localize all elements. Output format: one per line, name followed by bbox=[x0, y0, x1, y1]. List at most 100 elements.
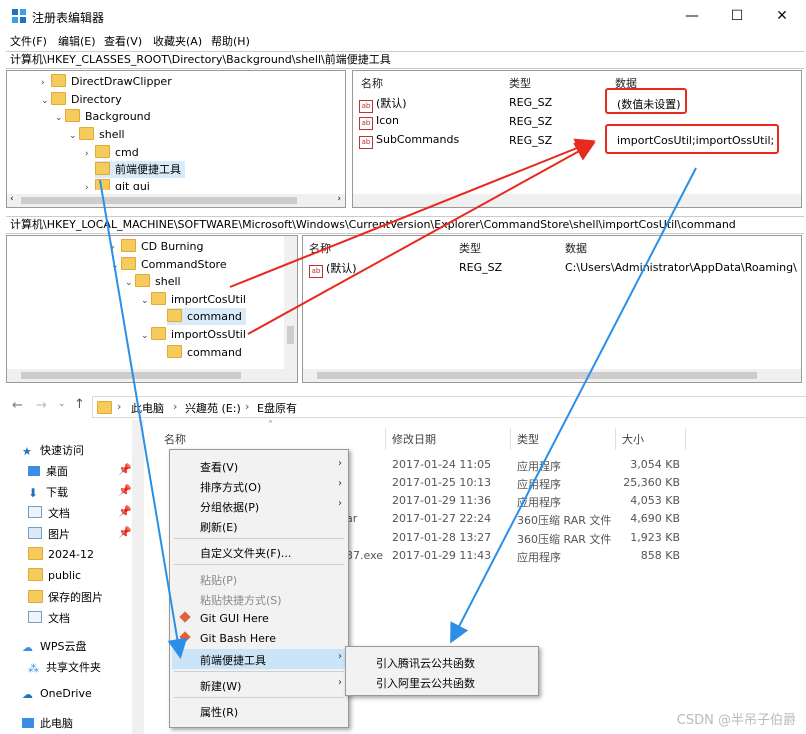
chevron-right-icon[interactable]: › bbox=[85, 180, 95, 190]
scroll-thumb[interactable] bbox=[21, 372, 241, 379]
menu-help[interactable]: 帮助(H) bbox=[211, 33, 250, 49]
tree-item[interactable]: cmd bbox=[115, 146, 139, 159]
nav-item[interactable]: 图片 bbox=[48, 528, 70, 541]
menu-item-git-gui[interactable]: Git GUI Here bbox=[200, 612, 269, 625]
breadcrumb[interactable]: › 此电脑 › 兴趣苑 (E:) › E盘原有 bbox=[92, 396, 806, 418]
menu-item-frontend-tools[interactable]: 前端便捷工具 bbox=[200, 652, 266, 668]
tree-item[interactable]: Directory bbox=[71, 93, 122, 106]
value-row[interactable]: ab Icon bbox=[359, 114, 399, 130]
value-row[interactable]: ab SubCommands bbox=[359, 133, 459, 149]
address-bar[interactable]: 计算机\HKEY_CLASSES_ROOT\Directory\Backgrou… bbox=[6, 51, 804, 69]
nav-item[interactable]: WPS云盘 bbox=[40, 640, 87, 653]
horizontal-scrollbar[interactable] bbox=[7, 369, 297, 382]
tree-item[interactable]: shell bbox=[155, 275, 181, 288]
tree-item[interactable]: CommandStore bbox=[141, 258, 227, 271]
chevron-down-icon[interactable]: ⌄ bbox=[58, 399, 66, 409]
submenu[interactable]: 引入腾讯云公共函数 引入阿里云公共函数 bbox=[345, 646, 539, 696]
chevron-down-icon[interactable]: ⌄ bbox=[141, 293, 151, 310]
close-button[interactable]: ✕ bbox=[762, 4, 802, 28]
tree-item-selected[interactable]: 前端便捷工具 bbox=[95, 161, 185, 178]
breadcrumb-item[interactable]: E盘原有 bbox=[257, 400, 297, 416]
nav-item[interactable]: 2024-12 bbox=[48, 548, 94, 561]
menu-edit[interactable]: 编辑(E) bbox=[58, 33, 96, 49]
tree-item[interactable]: git gui bbox=[115, 180, 150, 190]
nav-item[interactable]: 下载 bbox=[46, 486, 68, 499]
column-type[interactable]: 类型 bbox=[509, 75, 531, 91]
scroll-thumb[interactable] bbox=[287, 326, 294, 344]
column-name[interactable]: 名称 bbox=[164, 431, 186, 447]
menu-item-properties[interactable]: 属性(R) bbox=[200, 704, 238, 720]
tree-item[interactable]: shell bbox=[99, 128, 125, 141]
context-menu[interactable]: 查看(V) › 排序方式(O) › 分组依据(P) › 刷新(E) 自定义文件夹(F)… bbox=[169, 449, 349, 728]
nav-item[interactable]: public bbox=[48, 569, 81, 582]
horizontal-scrollbar[interactable] bbox=[303, 369, 801, 382]
tree-item[interactable]: CD Burning bbox=[141, 240, 203, 253]
tree-item[interactable]: DirectDrawClipper bbox=[71, 75, 172, 88]
menu-item-paste[interactable]: 粘贴(P) bbox=[200, 572, 237, 588]
column-name[interactable]: 名称 bbox=[361, 75, 383, 91]
minimize-button[interactable]: — bbox=[672, 4, 712, 28]
menu-item-paste-shortcut[interactable]: 粘贴快捷方式(S) bbox=[200, 592, 282, 608]
menu-item-refresh[interactable]: 刷新(E) bbox=[200, 519, 238, 535]
back-arrow-icon[interactable]: ← bbox=[12, 398, 23, 413]
tree-item-selected[interactable]: command bbox=[167, 308, 246, 325]
maximize-button[interactable]: ☐ bbox=[717, 4, 757, 28]
chevron-right-icon[interactable]: › bbox=[41, 75, 51, 92]
navigation-pane[interactable]: ★ 快速访问 桌面 📌 ⬇ 下载 📌 文档 📌 图片 📌 2024-12 public 保存… bbox=[0, 436, 132, 734]
nav-scrollbar[interactable] bbox=[132, 420, 144, 734]
chevron-right-icon[interactable]: › bbox=[85, 146, 95, 163]
breadcrumb-item[interactable]: 兴趣苑 (E:) bbox=[185, 400, 241, 416]
tree-item[interactable]: command bbox=[187, 346, 242, 359]
column-type[interactable]: 类型 bbox=[459, 240, 481, 256]
menu-item-customize[interactable]: 自定义文件夹(F)... bbox=[200, 545, 291, 561]
tree-item[interactable]: importCosUtil bbox=[171, 293, 246, 306]
chevron-right-icon[interactable]: › bbox=[111, 240, 121, 257]
menu-favorites[interactable]: 收藏夹(A) bbox=[153, 33, 202, 49]
chevron-down-icon[interactable]: ⌄ bbox=[41, 93, 51, 110]
nav-item[interactable]: OneDrive bbox=[40, 687, 92, 700]
horizontal-scrollbar[interactable]: ‹ › bbox=[7, 194, 345, 207]
forward-arrow-icon[interactable]: → bbox=[36, 398, 47, 413]
menu-item-new[interactable]: 新建(W) bbox=[200, 678, 241, 694]
values-pane[interactable]: 名称 类型 数据 ab (默认) REG_SZ C:\Users\Administ… bbox=[302, 235, 802, 383]
tree-pane[interactable]: › DirectDrawClipper ⌄ Directory ⌄ Backgroun… bbox=[6, 70, 346, 208]
horizontal-scrollbar[interactable] bbox=[353, 194, 801, 207]
chevron-down-icon[interactable]: ⌄ bbox=[55, 110, 65, 127]
column-data[interactable]: 数据 bbox=[615, 75, 637, 91]
scroll-left-icon[interactable]: ‹ bbox=[10, 194, 14, 204]
vertical-scrollbar[interactable] bbox=[284, 236, 297, 369]
address-bar[interactable]: 计算机\HKEY_LOCAL_MACHINE\SOFTWARE\Microsof… bbox=[6, 216, 804, 234]
submenu-item-tencent[interactable]: 引入腾讯云公共函数 bbox=[376, 655, 475, 671]
value-row[interactable]: ab (默认) bbox=[359, 95, 407, 113]
menu-item-git-bash[interactable]: Git Bash Here bbox=[200, 632, 276, 645]
breadcrumb-item[interactable]: 此电脑 bbox=[131, 400, 164, 416]
menu-item-group[interactable]: 分组依据(P) bbox=[200, 499, 259, 515]
nav-item[interactable]: 文档 bbox=[48, 612, 70, 625]
nav-item[interactable]: 此电脑 bbox=[40, 717, 73, 730]
menu-file[interactable]: 文件(F) bbox=[10, 33, 47, 49]
chevron-down-icon[interactable]: ⌄ bbox=[141, 328, 151, 345]
column-size[interactable]: 大小 bbox=[622, 431, 644, 447]
nav-item[interactable]: 保存的图片 bbox=[48, 591, 103, 604]
column-data[interactable]: 数据 bbox=[565, 240, 587, 256]
values-pane[interactable]: 名称 类型 数据 ab (默认) REG_SZ (数值未设置) ab Icon RE… bbox=[352, 70, 802, 208]
file-name[interactable]: 37.exe bbox=[346, 549, 383, 562]
menu-view[interactable]: 查看(V) bbox=[104, 33, 142, 49]
column-type[interactable]: 类型 bbox=[517, 431, 539, 447]
chevron-down-icon[interactable]: ⌄ bbox=[125, 275, 135, 292]
value-row[interactable]: ab (默认) bbox=[309, 260, 357, 278]
menu-item-view[interactable]: 查看(V) bbox=[200, 459, 238, 475]
tree-item[interactable]: importOssUtil bbox=[171, 328, 246, 341]
submenu-item-aliyun[interactable]: 引入阿里云公共函数 bbox=[376, 675, 475, 691]
chevron-down-icon[interactable]: ⌄ bbox=[111, 258, 121, 275]
nav-item[interactable]: 快速访问 bbox=[40, 444, 84, 457]
menu-item-sort[interactable]: 排序方式(O) bbox=[200, 479, 261, 495]
column-name[interactable]: 名称 bbox=[309, 240, 331, 256]
scroll-thumb[interactable] bbox=[317, 372, 757, 379]
up-arrow-icon[interactable]: ↑ bbox=[74, 397, 85, 412]
column-date[interactable]: 修改日期 bbox=[392, 431, 436, 447]
nav-item[interactable]: 共享文件夹 bbox=[46, 661, 101, 674]
tree-item[interactable]: Background bbox=[85, 110, 151, 123]
nav-item[interactable]: 文档 bbox=[48, 507, 70, 520]
scroll-right-icon[interactable]: › bbox=[337, 194, 341, 204]
